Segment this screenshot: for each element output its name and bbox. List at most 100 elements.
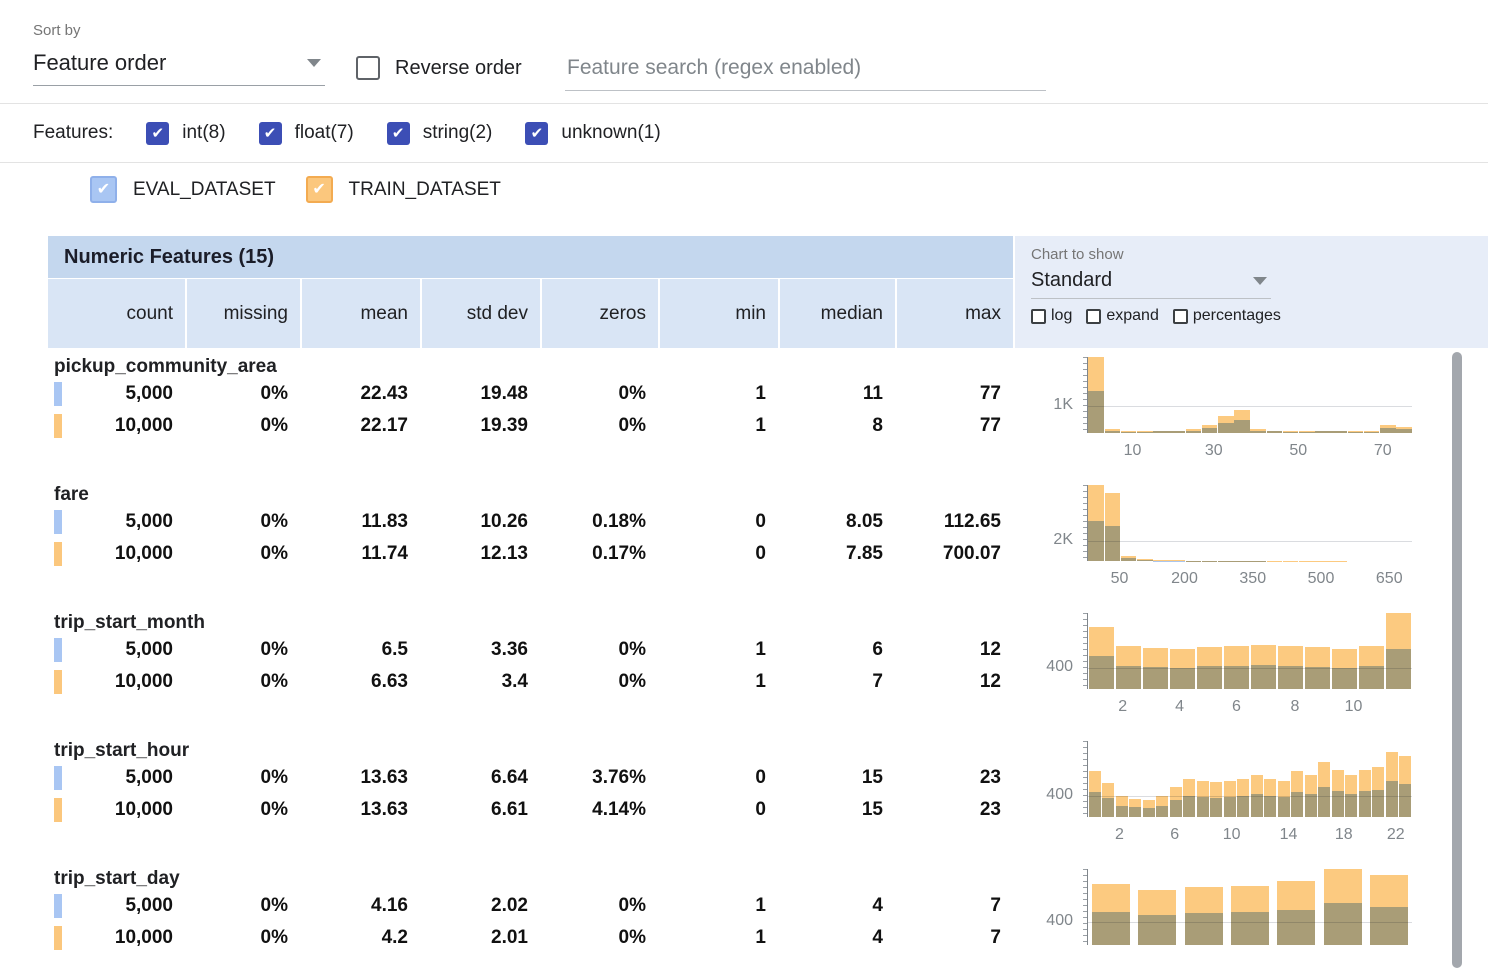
dataset-swatch xyxy=(54,798,62,822)
histogram-bin xyxy=(1277,613,1304,689)
stat-cell: 2.02 xyxy=(422,895,540,917)
facets-overview-app: Sort by Feature order Reverse order Feat… xyxy=(0,0,1488,968)
filter-int[interactable]: ✔ int(8) xyxy=(146,122,225,145)
histogram-bin xyxy=(1088,357,1104,433)
stat-cell: 77 xyxy=(897,383,1013,405)
feature-block: pickup_community_area5,0000%22.4319.480%… xyxy=(48,348,1013,476)
eval-bar xyxy=(1185,913,1223,945)
y-axis-ticks xyxy=(1083,357,1087,433)
feature-rows: pickup_community_area5,0000%22.4319.480%… xyxy=(48,348,1013,968)
eval-dataset-toggle[interactable]: ✔ EVAL_DATASET xyxy=(90,176,276,203)
stat-cell: 13.63 xyxy=(302,767,420,789)
stat-cell: 0% xyxy=(187,383,300,405)
string-checkbox[interactable]: ✔ xyxy=(387,122,410,145)
x-tick-label: 350 xyxy=(1239,570,1266,588)
histogram-bin xyxy=(1385,741,1399,817)
unknown-checkbox[interactable]: ✔ xyxy=(525,122,548,145)
histogram-bin xyxy=(1366,869,1412,945)
eval-bar xyxy=(1170,668,1195,689)
histogram-bin xyxy=(1142,741,1156,817)
column-header-median: median xyxy=(780,279,895,348)
eval-bar xyxy=(1116,806,1128,817)
eval-bar xyxy=(1197,666,1222,689)
histogram-bin xyxy=(1358,613,1385,689)
vertical-scrollbar[interactable] xyxy=(1452,352,1462,968)
x-tick-label: 200 xyxy=(1171,570,1198,588)
train-dataset-checkbox[interactable]: ✔ xyxy=(306,176,333,203)
stat-value: 5,000 xyxy=(125,511,185,533)
eval-dataset-checkbox[interactable]: ✔ xyxy=(90,176,117,203)
table-row: 5,0000%6.53.360%1612 xyxy=(48,634,1013,666)
x-tick-label: 18 xyxy=(1335,826,1353,844)
histogram-bin xyxy=(1358,741,1372,817)
int-checkbox[interactable]: ✔ xyxy=(146,122,169,145)
stat-value: 10,000 xyxy=(115,415,185,437)
table-row: 10,0000%13.636.614.14%01523 xyxy=(48,794,1013,826)
log-checkbox[interactable] xyxy=(1031,309,1046,324)
filter-string[interactable]: ✔ string(2) xyxy=(387,122,493,145)
feature-name: trip_start_month xyxy=(48,604,1013,634)
bars xyxy=(1088,613,1412,689)
chart-type-select[interactable]: Standard xyxy=(1031,263,1271,299)
reverse-order-checkbox[interactable] xyxy=(356,56,380,80)
x-tick-label: 30 xyxy=(1205,442,1223,460)
stat-cell: 0 xyxy=(660,543,778,565)
check-icon: ✔ xyxy=(97,182,110,198)
train-dataset-toggle[interactable]: ✔ TRAIN_DATASET xyxy=(306,176,501,203)
stat-cell: 700.07 xyxy=(897,543,1013,565)
stat-cell: 22.43 xyxy=(302,383,420,405)
eval-bar xyxy=(1386,649,1411,689)
stat-cell: 8.05 xyxy=(780,511,895,533)
x-tick-label: 70 xyxy=(1374,442,1392,460)
histogram-bin xyxy=(1315,357,1331,433)
histogram-bin xyxy=(1137,485,1153,561)
histogram-bin xyxy=(1250,357,1266,433)
stat-cell: 1 xyxy=(660,927,778,949)
histogram-bin xyxy=(1347,357,1363,433)
x-axis-labels: 50200350500650 xyxy=(1087,567,1412,589)
histogram-bin xyxy=(1196,613,1223,689)
sort-by-control: Sort by Feature order xyxy=(33,22,325,86)
x-tick-label: 10 xyxy=(1124,442,1142,460)
reverse-order-label: Reverse order xyxy=(395,57,522,80)
expand-toggle[interactable]: expand xyxy=(1086,307,1159,325)
histogram-bin xyxy=(1129,741,1143,817)
sort-by-select[interactable]: Feature order xyxy=(33,41,325,86)
log-label: log xyxy=(1051,307,1072,325)
percentages-toggle[interactable]: percentages xyxy=(1173,307,1281,325)
feature-name: trip_start_day xyxy=(48,860,1013,890)
table-row: 5,0000%4.162.020%147 xyxy=(48,890,1013,922)
filter-float[interactable]: ✔ float(7) xyxy=(259,122,354,145)
stat-cell: 112.65 xyxy=(897,511,1013,533)
numeric-features-section: Numeric Features (15) countmissingmeanst… xyxy=(48,236,1488,968)
sort-by-label: Sort by xyxy=(33,22,325,39)
bars xyxy=(1088,357,1412,433)
eval-bar xyxy=(1359,791,1371,817)
histogram-bin xyxy=(1223,741,1237,817)
histogram-bin xyxy=(1282,357,1298,433)
chart-toggle-row: log expand percentages xyxy=(1031,307,1472,325)
expand-checkbox[interactable] xyxy=(1086,309,1101,324)
histogram-bin xyxy=(1399,741,1413,817)
top-toolbar: Sort by Feature order Reverse order xyxy=(0,0,1488,104)
stat-cell: 0% xyxy=(187,895,300,917)
stat-cell: 5,000 xyxy=(48,762,185,794)
stat-cell: 6.5 xyxy=(302,639,420,661)
histogram-bin xyxy=(1227,869,1273,945)
reverse-order-toggle[interactable]: Reverse order xyxy=(356,56,522,80)
search-input[interactable] xyxy=(565,52,1046,91)
histogram-bin xyxy=(1181,869,1227,945)
eval-bar xyxy=(1267,431,1283,433)
stat-cell: 10,000 xyxy=(48,410,185,442)
percentages-checkbox[interactable] xyxy=(1173,309,1188,324)
eval-bar xyxy=(1396,429,1412,433)
stat-cell: 12 xyxy=(897,639,1013,661)
float-checkbox[interactable]: ✔ xyxy=(259,122,282,145)
y-axis-label: 2K xyxy=(1015,531,1073,549)
log-toggle[interactable]: log xyxy=(1031,307,1072,325)
filter-unknown[interactable]: ✔ unknown(1) xyxy=(525,122,660,145)
stat-cell: 10,000 xyxy=(48,794,185,826)
histogram-bin xyxy=(1396,357,1412,433)
eval-bar xyxy=(1348,432,1364,433)
eval-bar xyxy=(1278,797,1290,817)
